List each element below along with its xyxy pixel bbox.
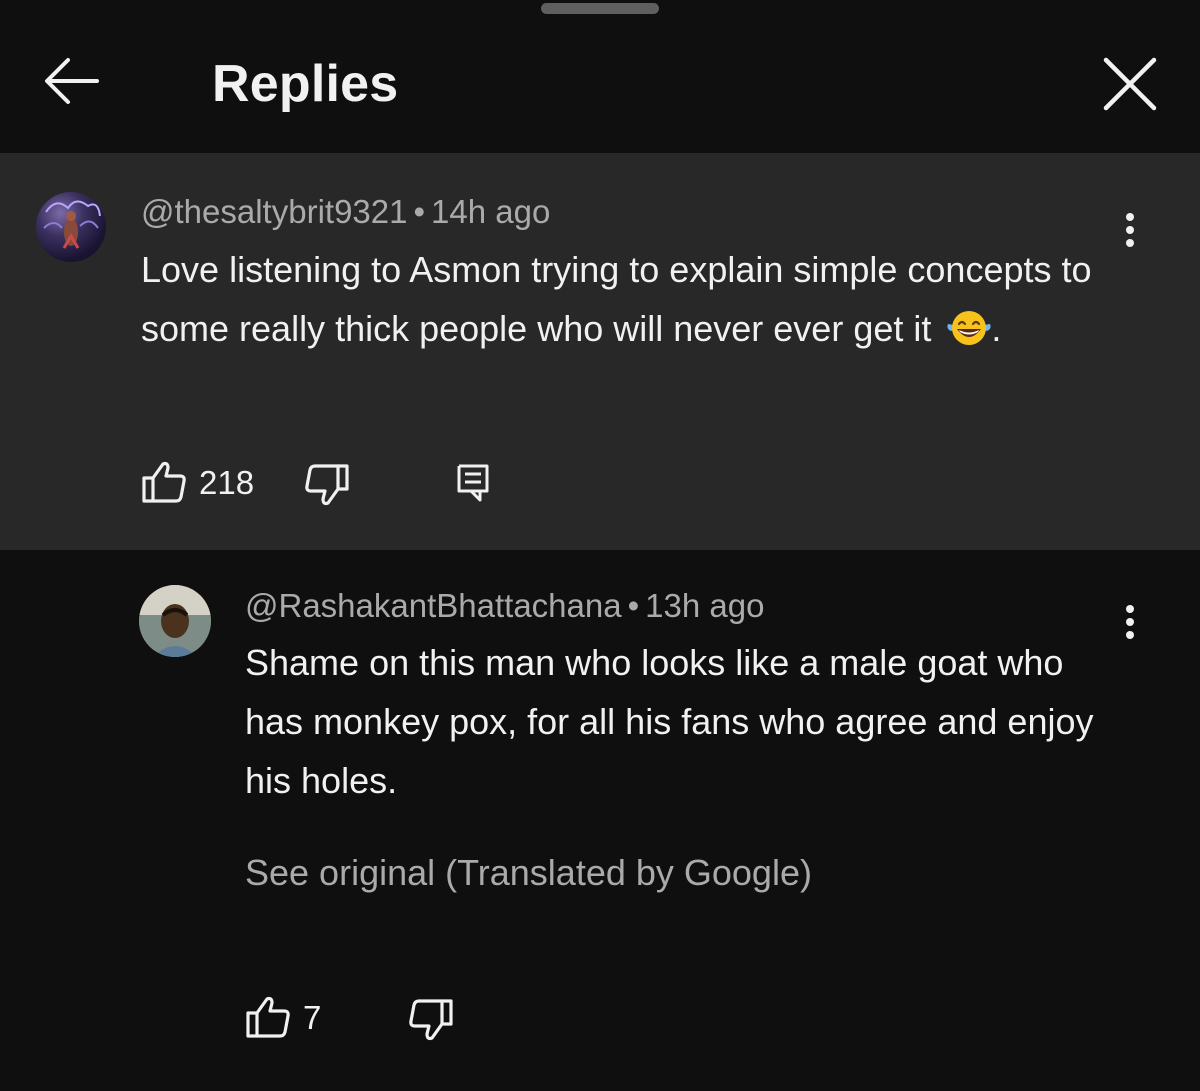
drag-handle[interactable]: [541, 3, 659, 14]
thumb-up-icon: [246, 996, 290, 1038]
close-icon: [1103, 57, 1157, 111]
like-button[interactable]: [245, 995, 291, 1039]
meta-separator: •: [627, 587, 640, 624]
thumb-down-icon: [409, 999, 453, 1041]
reply-comment: @RashakantBhattachana • 13h ago Shame on t…: [0, 550, 1200, 1091]
reply-actions: 7: [245, 993, 545, 1043]
reply-button[interactable]: [456, 463, 490, 503]
avatar-image: [43, 200, 101, 249]
meta-separator: •: [413, 193, 426, 230]
thumb-down-icon: [305, 464, 349, 506]
comment-reply-icon: [457, 464, 489, 502]
comment-meta: @thesaltybrit9321 • 14h ago: [141, 192, 550, 232]
comment-timestamp[interactable]: 14h ago: [431, 193, 550, 230]
like-button[interactable]: [141, 460, 187, 504]
face-with-tears-of-joy-icon: [947, 311, 991, 345]
comment-author[interactable]: @thesaltybrit9321: [141, 193, 407, 230]
like-count: 7: [303, 999, 322, 1036]
dislike-button[interactable]: [408, 998, 454, 1042]
like-count: 218: [199, 464, 255, 501]
arrow-left-icon: [45, 58, 99, 104]
reply-text: Shame on this man who looks like a male …: [245, 642, 1094, 801]
replies-header: Replies: [0, 0, 1200, 153]
page-title: Replies: [212, 55, 399, 113]
see-original-link[interactable]: See original (Translated by Google): [245, 850, 812, 896]
avatar[interactable]: [36, 192, 106, 262]
comment-body-suffix: .: [991, 308, 1002, 349]
comment-text: Love listening to Asmon trying to explai…: [141, 240, 1101, 358]
close-button[interactable]: [1098, 52, 1162, 116]
avatar[interactable]: [139, 585, 211, 657]
avatar-image: [139, 585, 211, 657]
reply-meta: @RashakantBhattachana • 13h ago: [245, 586, 764, 626]
thumb-up-icon: [142, 461, 186, 503]
reply-author[interactable]: @RashakantBhattachana: [245, 587, 622, 624]
comment-actions: 218: [141, 458, 541, 508]
comment-more-button[interactable]: [1110, 208, 1150, 268]
reply-timestamp[interactable]: 13h ago: [645, 587, 764, 624]
more-vert-icon: [1126, 213, 1134, 247]
parent-comment: @thesaltybrit9321 • 14h ago Love listening…: [0, 153, 1200, 550]
dislike-button[interactable]: [304, 463, 350, 507]
back-button[interactable]: [40, 52, 102, 110]
